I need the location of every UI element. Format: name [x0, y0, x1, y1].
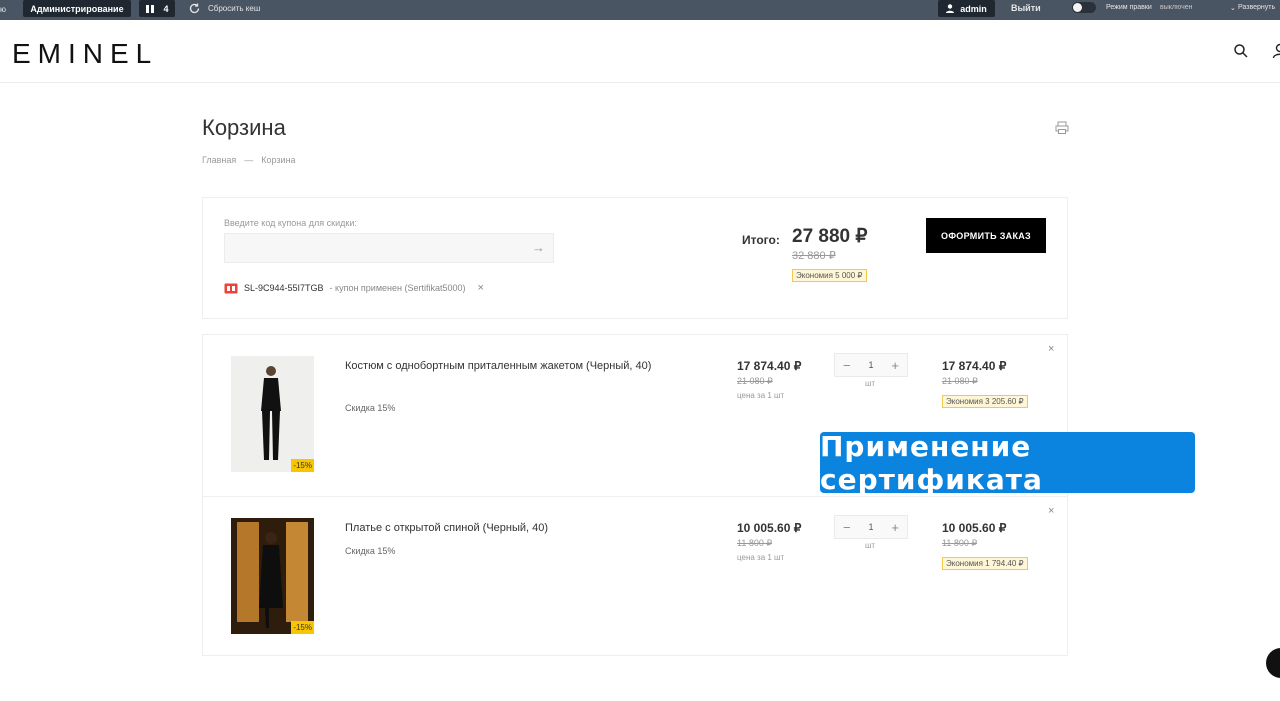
line-total-old: 21 080 ₽ [942, 376, 978, 386]
unit-price: 17 874.40 ₽ [737, 359, 802, 373]
notifications-count: 4 [163, 3, 169, 14]
user-menu-button[interactable]: admin [938, 0, 995, 17]
product-image[interactable]: -15% [231, 356, 314, 472]
decrease-button[interactable]: − [843, 358, 851, 373]
logout-link[interactable]: Выйти [1011, 3, 1041, 13]
product-name[interactable]: Костюм с однобортным приталенным жакетом… [345, 357, 665, 375]
cart-summary-card: Введите код купона для скидки: → SL-9C94… [202, 197, 1068, 319]
chevron-down-icon: ⌄ [1230, 5, 1236, 12]
cart-item-row: -15% Платье с открытой спиной (Черный, 4… [203, 496, 1067, 656]
site-logo[interactable]: EMINEL [12, 38, 158, 70]
coupon-label: Введите код купона для скидки: [224, 218, 357, 228]
quantity-stepper[interactable]: − 1 + [834, 515, 908, 539]
quantity-value[interactable]: 1 [868, 360, 873, 370]
caption-banner: Применение сертификата [820, 430, 1195, 496]
remove-item-button[interactable]: × [1048, 343, 1054, 355]
refresh-icon[interactable] [188, 2, 201, 15]
product-discount: Скидка 15% [345, 403, 396, 413]
total-label: Итого: [742, 233, 780, 247]
product-photo-dress [231, 518, 314, 634]
sale-badge: -15% [291, 459, 314, 472]
line-total: 10 005.60 ₽ [942, 521, 1007, 535]
breadcrumb: Главная — Корзина [202, 155, 296, 165]
edit-mode-toggle[interactable] [1072, 2, 1096, 13]
print-icon[interactable] [1055, 121, 1069, 135]
line-total: 17 874.40 ₽ [942, 359, 1007, 373]
applied-coupon-code: SL-9C944-55I7TGB [244, 283, 324, 293]
product-photo-suit [231, 356, 314, 472]
notifications-button[interactable]: 4 [139, 0, 175, 17]
edit-mode-label: Режим правки [1106, 4, 1152, 11]
breadcrumb-current: Корзина [261, 155, 296, 165]
administration-button[interactable]: Администрирование [23, 0, 131, 17]
applied-coupon-text: - купон применен (Sertifikat5000) [329, 283, 466, 293]
product-image[interactable]: -15% [231, 518, 314, 634]
line-saving-badge: Экономия 1 794.40 ₽ [942, 557, 1028, 570]
per-unit-label: цена за 1 шт [737, 553, 785, 562]
unit-old-price: 11 800 ₽ [737, 538, 773, 548]
total-sum: 27 880 ₽ [792, 226, 868, 247]
page-title: Корзина [202, 115, 286, 140]
reset-cache-link[interactable]: Сбросить кеш [208, 4, 260, 13]
site-header: EMINEL [0, 20, 1280, 83]
applied-coupon: SL-9C944-55I7TGB - купон применен (Serti… [224, 282, 484, 294]
edit-mode-state: выключен [1160, 4, 1193, 11]
breadcrumb-separator: — [244, 155, 254, 165]
total-old-sum: 32 880 ₽ [792, 250, 836, 262]
chat-icon[interactable] [1266, 648, 1280, 678]
user-icon [946, 4, 955, 13]
increase-button[interactable]: + [891, 520, 899, 535]
coupon-icon [224, 283, 238, 293]
remove-coupon-button[interactable]: × [478, 282, 484, 294]
unit-price: 10 005.60 ₽ [737, 521, 802, 535]
quantity-unit: шт [865, 541, 876, 550]
sale-badge: -15% [291, 621, 314, 634]
product-name[interactable]: Платье с открытой спиной (Черный, 40) [345, 519, 665, 537]
quantity-unit: шт [865, 379, 876, 388]
arrow-right-icon[interactable]: → [532, 240, 545, 255]
product-discount: Скидка 15% [345, 546, 396, 556]
line-total-old: 11 800 ₽ [942, 538, 978, 548]
increase-button[interactable]: + [891, 358, 899, 373]
search-icon[interactable] [1233, 43, 1249, 59]
remove-item-button[interactable]: × [1048, 505, 1054, 517]
decrease-button[interactable]: − [843, 520, 851, 535]
line-saving-badge: Экономия 3 205.60 ₽ [942, 395, 1028, 408]
checkout-button[interactable]: ОФОРМИТЬ ЗАКАЗ [926, 218, 1046, 253]
book-icon [146, 4, 155, 13]
toggle-knob [1073, 3, 1082, 12]
admin-bar-lead: ю [0, 5, 6, 14]
coupon-input[interactable]: → [224, 233, 554, 263]
quantity-value[interactable]: 1 [868, 522, 873, 532]
user-name: admin [960, 3, 987, 14]
account-icon[interactable] [1272, 43, 1280, 59]
per-unit-label: цена за 1 шт [737, 391, 785, 400]
quantity-stepper[interactable]: − 1 + [834, 353, 908, 377]
unit-old-price: 21 080 ₽ [737, 376, 773, 386]
total-saving-badge: Экономия 5 000 ₽ [792, 269, 867, 282]
expand-link[interactable]: Развернуть [1238, 4, 1275, 11]
breadcrumb-home[interactable]: Главная [202, 155, 236, 165]
admin-bar: ю Администрирование 4 Сбросить кеш admin… [0, 0, 1280, 20]
